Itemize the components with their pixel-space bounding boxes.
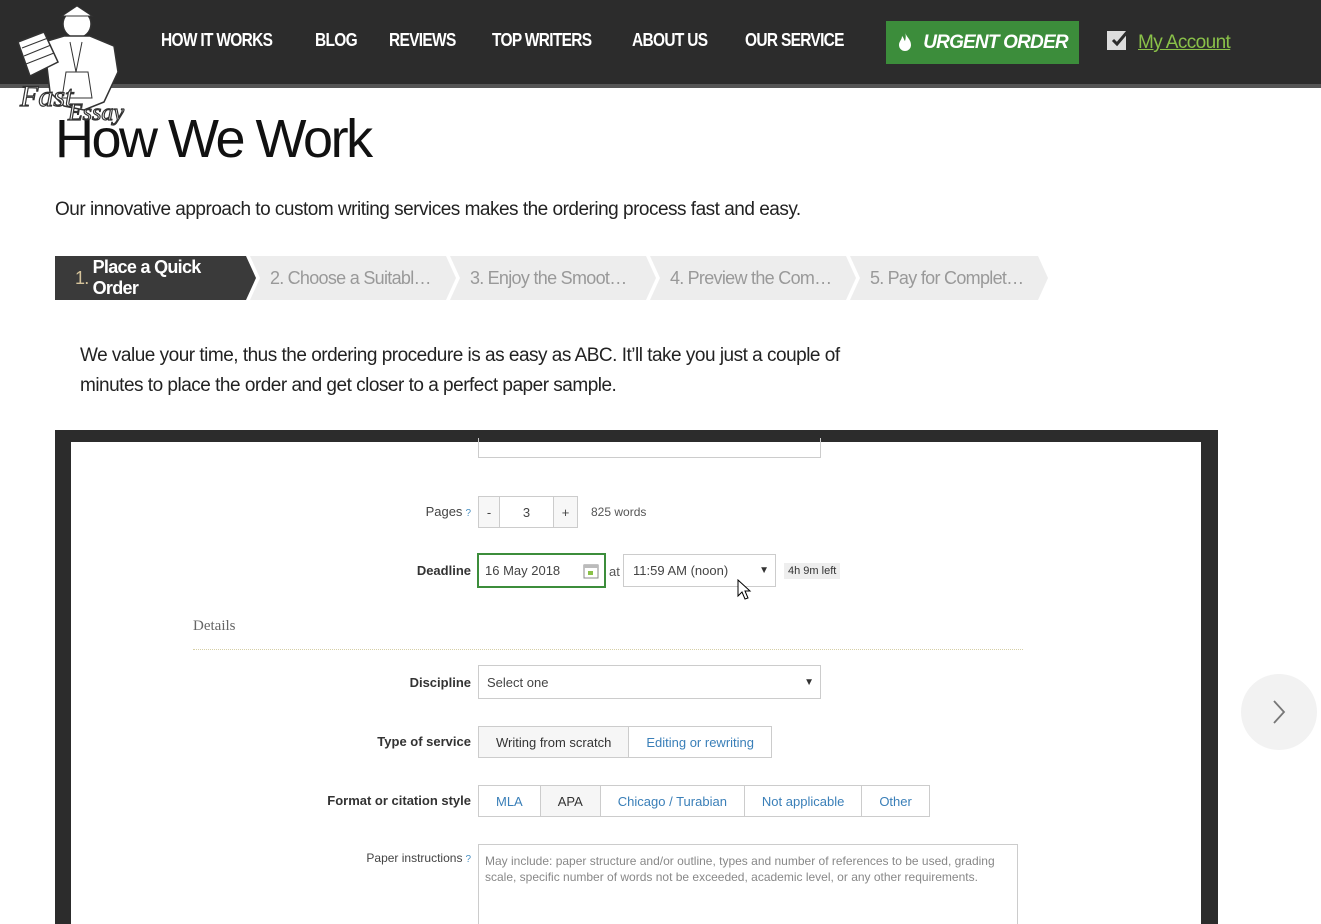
- step-label: Enjoy the Smoot…: [487, 267, 628, 288]
- discipline-value: Select one: [487, 674, 549, 690]
- time-left-badge: 4h 9m left: [784, 563, 841, 579]
- section-divider: [193, 649, 1023, 650]
- step-label: Pay for Complet…: [887, 267, 1025, 288]
- nav-top-writers[interactable]: TOP WRITERS: [492, 30, 592, 51]
- mouse-cursor-icon: [737, 579, 752, 600]
- top-navigation-bar: HOW IT WORKS BLOG REVIEWS TOP WRITERS AB…: [0, 0, 1321, 88]
- step-tab-1[interactable]: 1. Place a Quick Order: [55, 256, 256, 300]
- instructions-textarea[interactable]: May include: paper structure and/or outl…: [478, 844, 1018, 924]
- service-type-label: Type of service: [377, 734, 471, 749]
- step-label: Preview the Com…: [687, 267, 833, 288]
- discipline-select[interactable]: Select one ▼: [478, 665, 821, 699]
- chevron-right-icon: [1273, 700, 1286, 724]
- dropdown-arrow-icon: ▼: [804, 676, 814, 688]
- step-number: 5.: [870, 267, 884, 288]
- step-number: 4.: [670, 267, 684, 288]
- pages-input[interactable]: 3: [499, 496, 554, 528]
- discipline-label: Discipline: [409, 675, 471, 690]
- edit-box-icon: [1107, 30, 1130, 50]
- service-option-scratch[interactable]: Writing from scratch: [479, 727, 629, 757]
- step-description: We value your time, thus the ordering pr…: [80, 345, 840, 396]
- my-account: My Account: [1106, 28, 1231, 54]
- format-option-apa[interactable]: APA: [539, 786, 600, 816]
- order-form: Pages? - 3 + 825 words Deadline 16 May 2…: [71, 438, 1201, 924]
- word-count: 825 words: [591, 505, 647, 519]
- page-lead: Our innovative approach to custom writin…: [55, 199, 801, 220]
- deadline-time-value: 11:59 AM (noon): [633, 563, 729, 578]
- dropdown-arrow-icon: ▼: [759, 565, 769, 576]
- instructions-label: Paper instructions?: [366, 851, 471, 865]
- svg-text:Essay: Essay: [67, 100, 124, 126]
- help-icon[interactable]: ?: [465, 508, 471, 519]
- nav-about-us[interactable]: ABOUT US: [632, 30, 708, 51]
- format-option-not-applicable[interactable]: Not applicable: [743, 786, 861, 816]
- step-tab-5[interactable]: 5. Pay for Complet…: [850, 256, 1048, 300]
- citation-style-toggle: MLA APA Chicago / Turabian Not applicabl…: [478, 785, 930, 817]
- help-icon[interactable]: ?: [465, 854, 471, 865]
- nav-how-it-works[interactable]: HOW IT WORKS: [161, 30, 273, 51]
- pages-minus-button[interactable]: -: [478, 496, 500, 528]
- flame-icon: [899, 31, 912, 51]
- service-option-editing[interactable]: Editing or rewriting: [628, 727, 771, 757]
- at-text: at: [609, 564, 620, 579]
- main-nav: HOW IT WORKS BLOG REVIEWS TOP WRITERS AB…: [161, 30, 885, 51]
- format-option-chicago[interactable]: Chicago / Turabian: [599, 786, 744, 816]
- details-heading: Details: [193, 618, 236, 634]
- step-number: 1.: [75, 267, 89, 288]
- instructions-label-text: Paper instructions: [366, 851, 463, 865]
- step-tab-3[interactable]: 3. Enjoy the Smoot…: [450, 256, 656, 300]
- format-option-other[interactable]: Other: [861, 786, 929, 816]
- pages-label-text: Pages: [425, 504, 463, 519]
- my-account-link[interactable]: My Account: [1138, 32, 1231, 54]
- deadline-date-input[interactable]: 16 May 2018: [477, 553, 606, 588]
- format-option-mla[interactable]: MLA: [479, 786, 540, 816]
- step-number: 2.: [270, 267, 284, 288]
- format-label: Format or citation style: [327, 793, 471, 808]
- step-tab-4[interactable]: 4. Preview the Com…: [650, 256, 856, 300]
- calendar-icon[interactable]: [583, 563, 599, 579]
- deadline-date-value: 16 May 2018: [485, 563, 561, 578]
- nav-our-service[interactable]: OUR SERVICE: [745, 30, 845, 51]
- urgent-order-label: URGENT ORDER: [923, 31, 1068, 53]
- pages-label: Pages?: [426, 504, 471, 519]
- step-label: Place a Quick Order: [92, 257, 202, 298]
- partial-field: [478, 438, 821, 458]
- deadline-label: Deadline: [416, 563, 471, 578]
- steps-tabs: 1. Place a Quick Order 2. Choose a Suitabl…: [55, 256, 1048, 300]
- step-tab-2[interactable]: 2. Choose a Suitabl…: [250, 256, 456, 300]
- deadline-time-select[interactable]: 11:59 AM (noon) ▼: [623, 554, 776, 587]
- nav-blog[interactable]: BLOG: [315, 30, 358, 51]
- fast-essay-logo[interactable]: Fast Essay: [14, 2, 140, 128]
- next-slide-button[interactable]: [1241, 674, 1317, 750]
- step-label: Choose a Suitabl…: [287, 267, 432, 288]
- service-type-toggle: Writing from scratch Editing or rewritin…: [478, 726, 772, 758]
- pages-plus-button[interactable]: +: [553, 496, 578, 528]
- svg-text:Fast: Fast: [19, 80, 74, 113]
- step-number: 3.: [470, 267, 484, 288]
- urgent-order-button[interactable]: URGENT ORDER: [886, 21, 1079, 64]
- order-form-screenshot: Pages? - 3 + 825 words Deadline 16 May 2…: [55, 430, 1218, 924]
- nav-reviews[interactable]: REVIEWS: [389, 30, 456, 51]
